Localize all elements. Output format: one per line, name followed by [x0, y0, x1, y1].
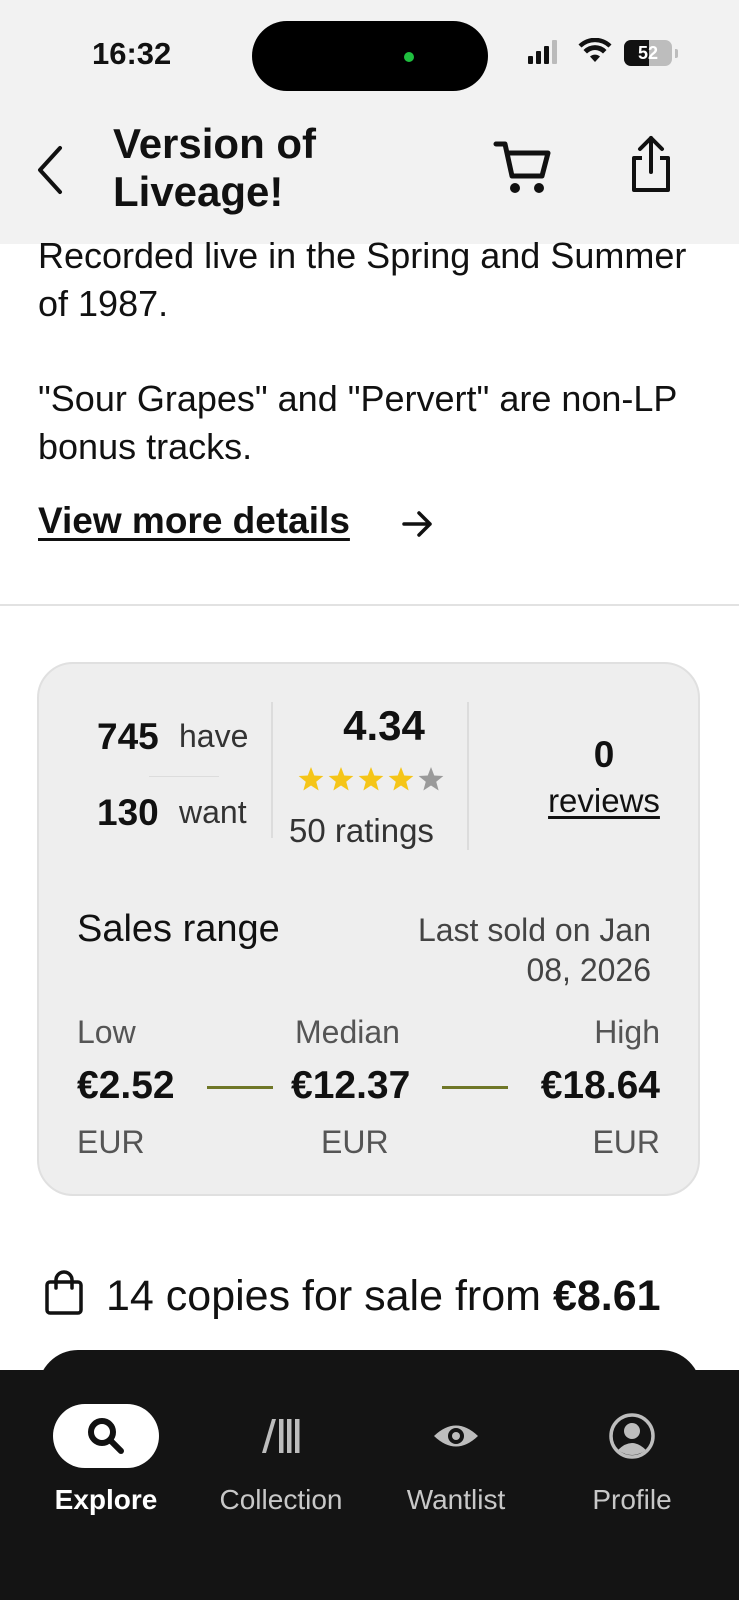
nav-wantlist-pill[interactable] — [403, 1404, 509, 1468]
nav-wantlist-label: Wantlist — [406, 1484, 506, 1515]
range-connector — [442, 1086, 508, 1089]
eye-icon — [434, 1425, 478, 1447]
dynamic-island — [252, 21, 488, 91]
high-currency: EUR — [592, 1124, 660, 1160]
notes-paragraph: "Sour Grapes" and "Pervert" are non-LP b… — [38, 378, 677, 467]
page-header: Version of Liveage! — [0, 110, 739, 244]
nav-explore[interactable]: Explore — [14, 1370, 198, 1520]
page-title-line2: Liveage! — [113, 168, 284, 215]
signal-icon — [528, 40, 557, 64]
nav-collection-pill[interactable] — [228, 1404, 334, 1468]
high-price: €18.64 — [540, 1064, 660, 1107]
average-rating: 4.34 — [343, 702, 425, 749]
nav-collection-label: Collection — [219, 1484, 343, 1515]
low-currency: EUR — [77, 1124, 145, 1160]
status-time: 16:32 — [92, 36, 172, 71]
battery-cap — [675, 49, 678, 58]
bottom-nav: Explore Collection Wantlist Profile — [0, 1370, 739, 1600]
want-label: want — [179, 794, 247, 830]
cart-icon[interactable] — [492, 136, 554, 198]
have-want-divider — [149, 776, 219, 777]
nav-wantlist[interactable]: Wantlist — [364, 1370, 548, 1520]
star-icon — [358, 767, 384, 791]
notes-paragraph: Recorded live in the Spring and Summer o… — [38, 235, 687, 324]
search-icon — [88, 1418, 124, 1454]
arrow-right-icon[interactable] — [400, 506, 436, 542]
profile-icon — [609, 1413, 655, 1459]
ratings-count: 50 ratings — [289, 812, 434, 849]
star-icon — [388, 767, 414, 791]
star-icon — [328, 767, 354, 791]
copies-for-sale-text: 14 copies for sale from — [106, 1272, 553, 1320]
range-connector — [207, 1086, 273, 1089]
view-more-details-link[interactable]: View more details — [38, 500, 350, 542]
have-label: have — [179, 718, 249, 754]
stats-divider — [467, 702, 469, 850]
last-sold-date: Last sold on Jan 08, 2026 — [417, 912, 651, 988]
star-icon — [298, 767, 324, 791]
rating-stars — [298, 767, 444, 791]
page-title-line1: Version of — [113, 120, 317, 167]
collection-icon — [262, 1419, 300, 1453]
nav-profile-pill[interactable] — [579, 1404, 685, 1468]
high-label: High — [594, 1014, 660, 1050]
chevron-left-icon[interactable] — [32, 138, 72, 198]
lowest-price: €8.61 — [552, 1272, 661, 1320]
stats-divider — [271, 702, 273, 838]
wifi-icon — [578, 38, 612, 62]
want-count[interactable]: 130 — [97, 792, 159, 834]
share-icon[interactable] — [626, 134, 676, 196]
low-price: €2.52 — [77, 1064, 175, 1107]
nav-explore-pill[interactable] — [53, 1404, 159, 1468]
median-currency: EUR — [321, 1124, 389, 1160]
low-label: Low — [77, 1014, 136, 1050]
battery-level: 52 — [637, 43, 659, 63]
stats-card: 745 have 130 want 4.34 50 ratings 0 revi… — [37, 662, 700, 1196]
sales-range-heading: Sales range — [77, 908, 280, 950]
nav-profile-label: Profile — [592, 1484, 672, 1515]
have-count[interactable]: 745 — [97, 716, 159, 758]
shopping-bag-icon — [45, 1270, 83, 1315]
copies-for-sale[interactable]: 14 copies for sale from €8.61 — [106, 1272, 661, 1321]
section-divider — [0, 604, 739, 606]
status-bar: 16:32 52 — [0, 0, 739, 110]
reviews-link[interactable]: reviews — [499, 782, 709, 820]
nav-profile[interactable]: Profile — [540, 1370, 724, 1520]
median-label: Median — [295, 1014, 400, 1050]
release-notes: Recorded live in the Spring and Summer o… — [38, 232, 698, 471]
camera-indicator — [404, 52, 414, 62]
star-icon — [418, 767, 444, 791]
battery-indicator: 52 — [624, 40, 678, 66]
nav-collection[interactable]: Collection — [189, 1370, 373, 1520]
page-title: Version of Liveage! — [113, 120, 316, 216]
median-price: €12.37 — [291, 1064, 411, 1107]
nav-explore-label: Explore — [54, 1484, 158, 1515]
reviews-count[interactable]: 0 — [499, 734, 709, 776]
